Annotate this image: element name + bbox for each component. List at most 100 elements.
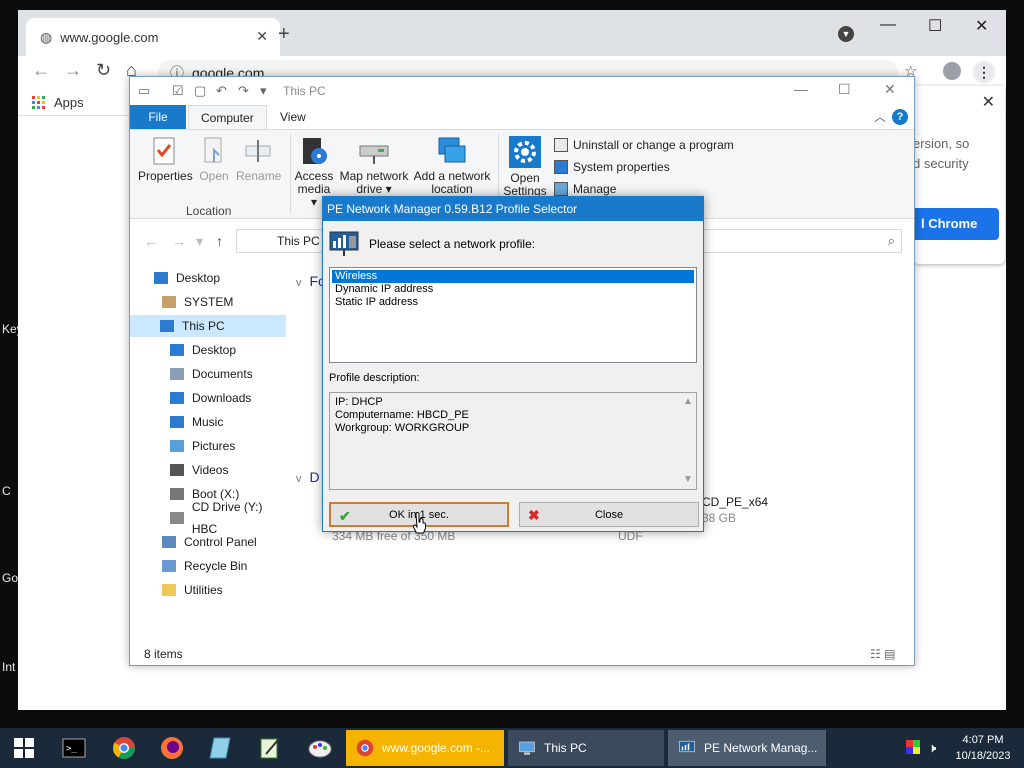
taskbar-task-chrome[interactable]: www.google.com -... (346, 730, 504, 766)
x-icon: ✖ (528, 507, 540, 523)
tree-item[interactable]: Videos (170, 459, 228, 481)
close-window-icon[interactable]: ✕ (975, 16, 988, 36)
scroll-down-icon[interactable]: ▼ (683, 473, 693, 486)
forward-icon[interactable]: → (172, 233, 186, 249)
tree-item[interactable]: Documents (170, 363, 253, 385)
redo-icon[interactable]: ↷ (238, 83, 249, 99)
chrome-tab[interactable]: ◍ www.google.com ✕ (26, 18, 280, 56)
tree-item[interactable]: Control Panel (162, 531, 257, 553)
qat-dropdown-icon[interactable]: ▾ (260, 83, 267, 99)
desktop-icon (154, 272, 168, 284)
tree-item[interactable]: This PC (130, 315, 286, 337)
back-icon[interactable]: ← (32, 60, 50, 81)
recent-dropdown-icon[interactable]: ▾ (196, 233, 203, 250)
close-window-icon[interactable]: ✕ (884, 81, 896, 98)
open-button[interactable]: Open (196, 136, 232, 183)
forward-icon[interactable]: → (64, 60, 82, 81)
tree-item[interactable]: Desktop (154, 267, 220, 289)
taskbar-task-explorer[interactable]: This PC (508, 730, 664, 766)
help-icon[interactable]: ? (892, 109, 908, 125)
chrome-icon[interactable] (112, 736, 136, 760)
uninstall-program-button[interactable]: Uninstall or change a program (554, 138, 734, 152)
editor-icon[interactable] (258, 736, 282, 760)
manage-label: Manage (573, 182, 617, 196)
chrome-tab-strip: ◍ www.google.com ✕ + ▼ — ☐ ✕ (18, 10, 1006, 56)
tab-search-icon[interactable]: ▼ (838, 26, 854, 42)
description-line: Workgroup: WORKGROUP (335, 422, 470, 434)
open-settings-button[interactable]: Open Settings (502, 136, 548, 198)
maximize-icon[interactable]: ☐ (928, 16, 942, 36)
minimize-icon[interactable]: — (880, 16, 896, 34)
address-bar[interactable]: This PC (236, 229, 326, 253)
section-devices[interactable]: D (296, 469, 320, 485)
properties-button[interactable]: Properties (138, 136, 193, 183)
new-tab-button[interactable]: + (278, 23, 290, 46)
tree-item[interactable]: Recycle Bin (162, 555, 247, 577)
volume-muted-icon[interactable]: 🕨 (928, 740, 936, 756)
notepad-icon[interactable] (208, 736, 232, 760)
maximize-icon[interactable]: ☐ (838, 81, 851, 98)
taskbar-task-penetwork[interactable]: PE Network Manag... (668, 730, 826, 766)
tree-item-label: Desktop (192, 343, 237, 357)
reload-icon[interactable]: ↻ (96, 60, 111, 81)
apps-grid-icon (32, 95, 46, 110)
tab-file[interactable]: File (130, 105, 186, 129)
profile-option-static[interactable]: Static IP address (332, 296, 694, 309)
clock[interactable]: 4:07 PM 10/18/2023 (948, 732, 1018, 764)
hand-cursor-icon (412, 512, 426, 534)
tab-view[interactable]: View (268, 105, 318, 129)
terminal-icon[interactable]: >_ (62, 736, 86, 760)
view-toggle-icons[interactable]: ☷ ▤ (870, 647, 895, 661)
tab-computer[interactable]: Computer (188, 105, 267, 129)
tree-item[interactable]: Desktop (170, 339, 236, 361)
tree-item-label: Utilities (184, 583, 223, 597)
tree-item[interactable]: SYSTEM (162, 291, 233, 313)
profile-list[interactable]: Wireless Dynamic IP address Static IP ad… (329, 267, 697, 363)
start-button[interactable] (0, 728, 48, 768)
close-tab-icon[interactable]: ✕ (256, 28, 268, 45)
tree-item[interactable]: CD Drive (Y:) HBC (170, 500, 290, 536)
tree-item[interactable]: Pictures (170, 435, 235, 457)
close-button[interactable]: ✖ Close (519, 502, 699, 527)
popup-close-icon[interactable]: ✕ (982, 92, 995, 112)
rename-button[interactable]: Rename (236, 136, 281, 183)
manage-button[interactable]: Manage (554, 182, 616, 196)
apps-shortcut[interactable]: Apps (32, 95, 84, 110)
search-input[interactable]: ⌕ (700, 229, 902, 253)
checkmark-icon: ✔ (339, 508, 351, 524)
drive-name[interactable]: CD_PE_x64 (702, 495, 768, 509)
collapse-ribbon-icon[interactable]: ︿ (874, 108, 886, 125)
up-icon[interactable]: ↑ (216, 233, 223, 249)
add-network-location-button[interactable]: Add a network location (412, 136, 492, 196)
tree-item[interactable]: Downloads (170, 387, 251, 409)
profile-option-wireless[interactable]: Wireless (332, 270, 694, 283)
map-network-drive-button[interactable]: Map network drive ▾ (338, 136, 410, 196)
documents-icon (170, 368, 184, 380)
popup-install-button[interactable]: l Chrome (913, 208, 999, 240)
description-scrollbar[interactable]: ▲ ▼ (680, 393, 696, 489)
firefox-icon[interactable] (160, 736, 184, 760)
paint-icon[interactable] (308, 736, 332, 760)
minimize-icon[interactable]: — (794, 81, 808, 97)
computer-icon: ▭ (138, 83, 151, 98)
scroll-up-icon[interactable]: ▲ (683, 395, 693, 408)
map-network-drive-label: drive ▾ (356, 182, 392, 196)
popup-text: ersion, so d security (913, 134, 1005, 174)
properties-qat-icon[interactable]: ☑ (172, 83, 184, 99)
tree-item-label: SYSTEM (184, 295, 234, 309)
undo-icon[interactable]: ↶ (216, 83, 227, 99)
chrome-menu-icon[interactable]: ⋮ (973, 61, 995, 83)
description-label: Profile description: (329, 372, 420, 384)
back-icon[interactable]: ← (144, 233, 158, 249)
tree-item-label: Recycle Bin (184, 559, 248, 573)
system-properties-button[interactable]: System properties (554, 160, 670, 174)
drive-size: 38 GB (702, 511, 737, 525)
color-picker-tray-icon[interactable] (906, 740, 920, 754)
profile-option-dynamic[interactable]: Dynamic IP address (332, 283, 694, 296)
tree-item[interactable]: Utilities (162, 579, 223, 601)
this-pc-icon (160, 320, 174, 332)
tree-item[interactable]: Music (170, 411, 223, 433)
new-folder-qat-icon[interactable]: ▢ (194, 83, 206, 99)
profile-avatar-icon[interactable] (943, 62, 961, 80)
tree-item-label: Pictures (192, 439, 236, 453)
